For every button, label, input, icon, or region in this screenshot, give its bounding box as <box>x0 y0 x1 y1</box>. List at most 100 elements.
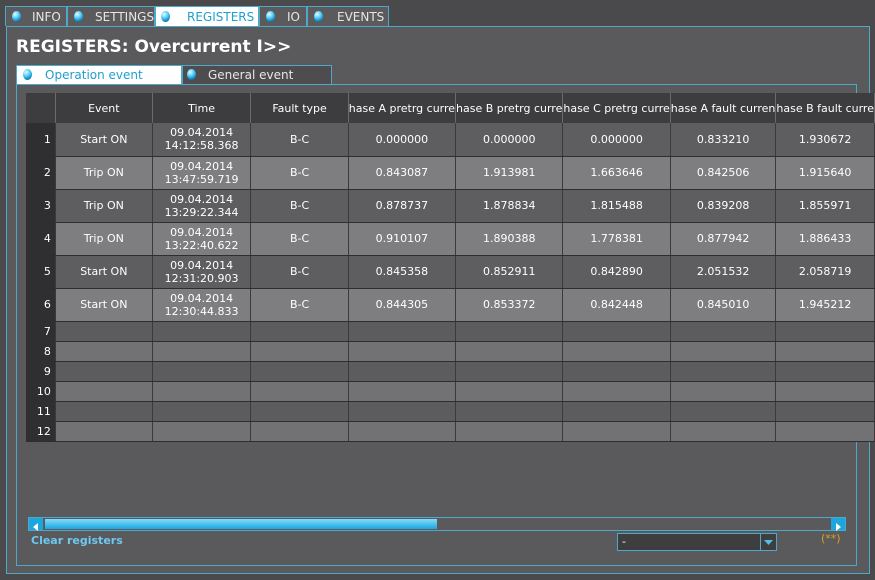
empty-cell[interactable] <box>775 421 875 442</box>
c_pre-cell[interactable]: 1.778381 <box>562 222 671 256</box>
column-header[interactable]: Time <box>152 93 252 123</box>
chevron-down-icon[interactable] <box>760 534 776 550</box>
register-select-dropdown[interactable]: - <box>617 533 777 551</box>
empty-cell[interactable] <box>152 401 252 422</box>
tab-io[interactable]: IO <box>259 6 307 26</box>
tab-settings[interactable]: SETTINGS <box>67 6 155 26</box>
empty-cell[interactable] <box>152 321 252 342</box>
empty-cell[interactable] <box>348 381 457 402</box>
column-header[interactable]: hase A pretrg curre <box>348 93 457 123</box>
a_pre-cell[interactable]: 0.000000 <box>348 123 457 157</box>
empty-cell[interactable] <box>775 381 875 402</box>
empty-cell[interactable] <box>455 321 564 342</box>
a_pre-cell[interactable]: 0.910107 <box>348 222 457 256</box>
table-row[interactable]: 5 Start ON 09.04.2014 12:31:20.903 B-C 0.8453… <box>26 255 875 289</box>
empty-cell[interactable] <box>55 341 153 362</box>
empty-cell[interactable] <box>775 321 875 342</box>
fault-cell[interactable]: B-C <box>250 288 349 322</box>
clear-registers-link[interactable]: Clear registers <box>31 534 123 547</box>
empty-cell[interactable] <box>348 401 457 422</box>
b_fault-cell[interactable]: 1.915640 <box>775 156 875 190</box>
b_pre-cell[interactable]: 0.000000 <box>455 123 564 157</box>
table-row[interactable]: 1 Start ON 09.04.2014 14:12:58.368 B-C 0.0000… <box>26 123 875 157</box>
empty-cell[interactable] <box>670 341 777 362</box>
a_fault-cell[interactable]: 2.051532 <box>670 255 777 289</box>
empty-cell[interactable] <box>348 361 457 382</box>
column-header[interactable]: Fault type <box>250 93 349 123</box>
table-row-empty[interactable]: 11 <box>26 401 875 422</box>
arrow-left-icon[interactable] <box>29 518 43 531</box>
empty-cell[interactable] <box>670 421 777 442</box>
empty-cell[interactable] <box>562 421 671 442</box>
b_pre-cell[interactable]: 1.890388 <box>455 222 564 256</box>
subtab-operation-event-register[interactable]: Operation event register <box>16 65 182 101</box>
time-cell[interactable]: 09.04.2014 13:22:40.622 <box>152 222 252 256</box>
b_pre-cell[interactable]: 1.913981 <box>455 156 564 190</box>
event-cell[interactable]: Start ON <box>55 288 153 322</box>
empty-cell[interactable] <box>455 401 564 422</box>
column-header[interactable]: hase C pretrg curre <box>562 93 671 123</box>
empty-cell[interactable] <box>152 341 252 362</box>
column-header[interactable]: Event <box>55 93 153 123</box>
tab-registers[interactable]: REGISTERS <box>155 6 259 28</box>
time-cell[interactable]: 09.04.2014 13:47:59.719 <box>152 156 252 190</box>
fault-cell[interactable]: B-C <box>250 222 349 256</box>
table-row-empty[interactable]: 9 <box>26 361 875 382</box>
event-cell[interactable]: Trip ON <box>55 222 153 256</box>
column-header[interactable]: hase A fault curren <box>670 93 777 123</box>
event-cell[interactable]: Start ON <box>55 255 153 289</box>
empty-cell[interactable] <box>562 341 671 362</box>
empty-cell[interactable] <box>455 421 564 442</box>
empty-cell[interactable] <box>670 361 777 382</box>
tab-events[interactable]: EVENTS <box>307 6 389 26</box>
fault-cell[interactable]: B-C <box>250 123 349 157</box>
time-cell[interactable]: 09.04.2014 12:30:44.833 <box>152 288 252 322</box>
a_pre-cell[interactable]: 0.844305 <box>348 288 457 322</box>
subtab-general-event-register[interactable]: General event register <box>182 65 332 101</box>
empty-cell[interactable] <box>250 421 349 442</box>
event-cell[interactable]: Start ON <box>55 123 153 157</box>
empty-cell[interactable] <box>348 341 457 362</box>
empty-cell[interactable] <box>670 381 777 402</box>
empty-cell[interactable] <box>348 321 457 342</box>
column-header[interactable]: hase B pretrg curre <box>455 93 564 123</box>
table-row-empty[interactable]: 7 <box>26 321 875 342</box>
b_fault-cell[interactable]: 2.058719 <box>775 255 875 289</box>
empty-cell[interactable] <box>562 401 671 422</box>
empty-cell[interactable] <box>670 401 777 422</box>
table-row-empty[interactable]: 10 <box>26 381 875 402</box>
b_fault-cell[interactable]: 1.945212 <box>775 288 875 322</box>
empty-cell[interactable] <box>55 381 153 402</box>
c_pre-cell[interactable]: 1.815488 <box>562 189 671 223</box>
b_fault-cell[interactable]: 1.930672 <box>775 123 875 157</box>
table-row[interactable]: 4 Trip ON 09.04.2014 13:22:40.622 B-C 0.91010… <box>26 222 875 256</box>
empty-cell[interactable] <box>250 361 349 382</box>
empty-cell[interactable] <box>250 381 349 402</box>
horizontal-scrollbar[interactable] <box>28 517 846 531</box>
empty-cell[interactable] <box>775 401 875 422</box>
time-cell[interactable]: 09.04.2014 14:12:58.368 <box>152 123 252 157</box>
c_pre-cell[interactable]: 0.842448 <box>562 288 671 322</box>
arrow-right-icon[interactable] <box>831 518 845 531</box>
fault-cell[interactable]: B-C <box>250 255 349 289</box>
b_fault-cell[interactable]: 1.855971 <box>775 189 875 223</box>
empty-cell[interactable] <box>152 421 252 442</box>
empty-cell[interactable] <box>562 381 671 402</box>
c_pre-cell[interactable]: 0.842890 <box>562 255 671 289</box>
a_fault-cell[interactable]: 0.877942 <box>670 222 777 256</box>
scrollbar-thumb[interactable] <box>45 519 437 529</box>
table-row-empty[interactable]: 8 <box>26 341 875 362</box>
empty-cell[interactable] <box>455 361 564 382</box>
empty-cell[interactable] <box>775 361 875 382</box>
time-cell[interactable]: 09.04.2014 12:31:20.903 <box>152 255 252 289</box>
fault-cell[interactable]: B-C <box>250 156 349 190</box>
b_pre-cell[interactable]: 1.878834 <box>455 189 564 223</box>
empty-cell[interactable] <box>55 401 153 422</box>
a_pre-cell[interactable]: 0.845358 <box>348 255 457 289</box>
empty-cell[interactable] <box>455 341 564 362</box>
event-cell[interactable]: Trip ON <box>55 189 153 223</box>
empty-cell[interactable] <box>55 321 153 342</box>
empty-cell[interactable] <box>455 381 564 402</box>
empty-cell[interactable] <box>670 321 777 342</box>
table-row[interactable]: 6 Start ON 09.04.2014 12:30:44.833 B-C 0.8443… <box>26 288 875 322</box>
